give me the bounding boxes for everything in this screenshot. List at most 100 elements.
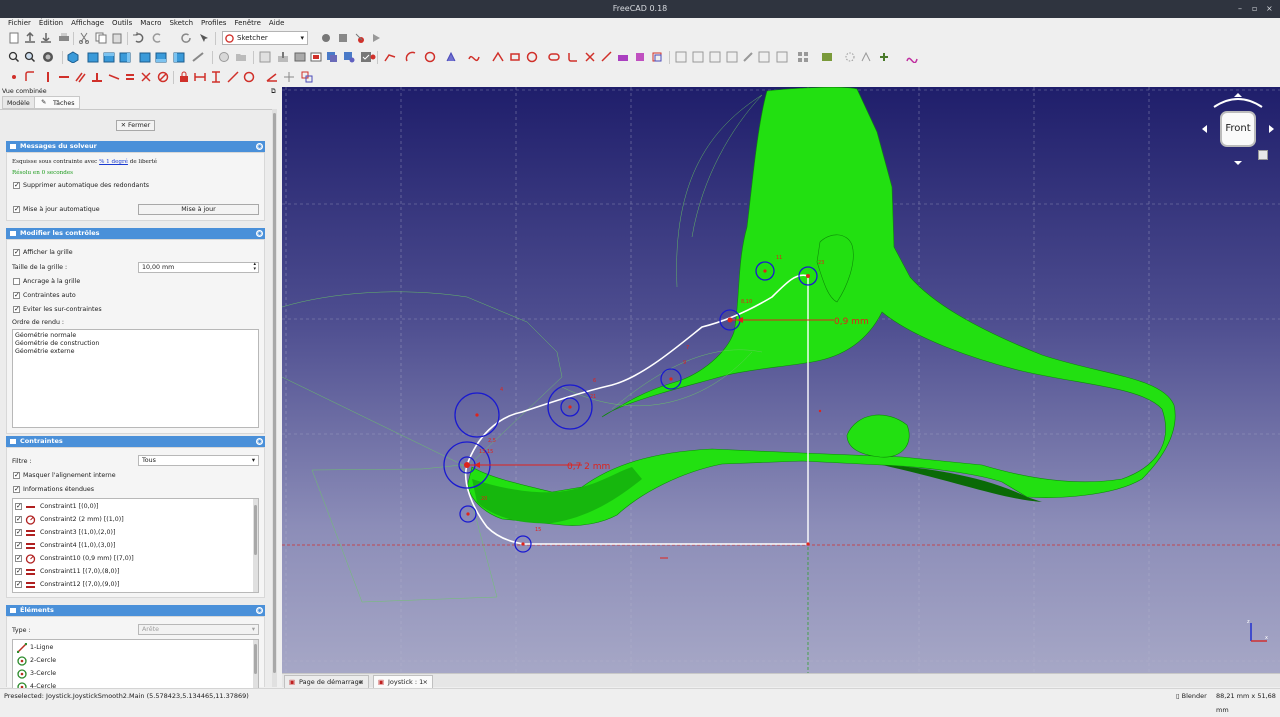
menu-profiles[interactable]: Profiles bbox=[197, 18, 230, 29]
select-constraints-icon[interactable] bbox=[675, 51, 687, 63]
conic-tool-icon[interactable] bbox=[445, 51, 457, 63]
list-item[interactable]: Géométrie normale bbox=[15, 332, 76, 339]
tab-start-page[interactable]: ▣ Page de démarrage × bbox=[284, 675, 369, 688]
constrain-vertical-icon[interactable] bbox=[42, 71, 54, 83]
avoid-redundant-checkbox[interactable] bbox=[13, 305, 20, 313]
collapse-icon[interactable]: ◉ bbox=[256, 438, 263, 445]
element-row[interactable]: 2-Cercle bbox=[15, 655, 250, 667]
constraint-checkbox[interactable] bbox=[15, 528, 22, 536]
view-rear-icon[interactable] bbox=[139, 51, 151, 63]
map-sketch-icon[interactable] bbox=[326, 51, 338, 63]
bspline-tool-icon[interactable] bbox=[468, 51, 480, 63]
group-folder-icon[interactable] bbox=[235, 51, 247, 63]
collapse-icon[interactable]: ◉ bbox=[256, 143, 263, 150]
3d-viewport[interactable]: 11 23 8,10 9 6 4 2,5 13,15 20 15 7 21 0,… bbox=[282, 87, 1280, 673]
bspline-knot-icon[interactable] bbox=[878, 51, 890, 63]
close-tab-icon[interactable]: × bbox=[359, 676, 364, 688]
constraint-row[interactable]: Constraint1 [(0,0)] bbox=[15, 501, 250, 513]
view-top-icon[interactable] bbox=[103, 51, 115, 63]
constrain-lock-icon[interactable] bbox=[178, 71, 190, 83]
elements-header[interactable]: Éléments ◉ bbox=[6, 605, 265, 616]
cut-icon[interactable] bbox=[78, 32, 90, 44]
measure-distance-icon[interactable] bbox=[192, 51, 204, 63]
macro-stop-icon[interactable] bbox=[337, 32, 349, 44]
constraint-row[interactable]: Constraint11 [(7,0),(8,0)] bbox=[15, 566, 250, 578]
navigation-style[interactable]: ▯ Blender bbox=[1176, 689, 1207, 703]
maximize-button[interactable]: ▫ bbox=[1252, 0, 1257, 18]
constrain-parallel-icon[interactable] bbox=[74, 71, 86, 83]
select-origin-icon[interactable] bbox=[692, 51, 704, 63]
draw-style-icon[interactable] bbox=[42, 51, 54, 63]
tab-taches[interactable]: ✎ Tâches bbox=[34, 96, 80, 109]
rectangle-tool-icon[interactable] bbox=[509, 51, 521, 63]
polyline-multi-icon[interactable] bbox=[492, 51, 504, 63]
view-right-icon[interactable] bbox=[119, 51, 131, 63]
constraint-checkbox[interactable] bbox=[15, 502, 22, 510]
fit-all-icon[interactable] bbox=[8, 51, 20, 63]
constraint-checkbox[interactable] bbox=[15, 554, 22, 562]
reorient-sketch-icon[interactable] bbox=[343, 51, 355, 63]
copy-icon[interactable] bbox=[95, 32, 107, 44]
view-sketch-icon[interactable] bbox=[294, 51, 306, 63]
minimize-button[interactable]: – bbox=[1238, 0, 1242, 18]
select-h-axis-icon[interactable] bbox=[726, 51, 738, 63]
close-window-button[interactable]: × bbox=[1266, 0, 1273, 18]
constraints-header[interactable]: Contraintes ◉ bbox=[6, 436, 265, 447]
auto-constraints-checkbox[interactable] bbox=[13, 291, 20, 299]
select-v-axis-icon[interactable] bbox=[709, 51, 721, 63]
constraint-checkbox[interactable] bbox=[15, 567, 22, 575]
extended-info-checkbox[interactable] bbox=[13, 485, 20, 493]
constrain-block-icon[interactable] bbox=[157, 71, 169, 83]
constraint-row[interactable]: Constraint10 (0,9 mm) [(7,0)] bbox=[15, 553, 250, 565]
circle-tool-icon[interactable] bbox=[424, 51, 436, 63]
list-item[interactable]: Géométrie de construction bbox=[15, 340, 99, 347]
new-sketch-icon[interactable] bbox=[259, 51, 271, 63]
panel-undock-icon[interactable]: ⧉ bbox=[271, 88, 276, 96]
menu-macro[interactable]: Macro bbox=[136, 18, 165, 29]
undo-icon[interactable] bbox=[132, 32, 144, 44]
bspline-comb-icon[interactable] bbox=[860, 51, 872, 63]
fit-selection-icon[interactable] bbox=[24, 51, 36, 63]
navcube-front-face[interactable]: Front bbox=[1220, 111, 1256, 147]
grid-snap-checkbox[interactable] bbox=[13, 278, 20, 285]
hide-internal-checkbox[interactable] bbox=[13, 471, 20, 479]
spinner-icon[interactable]: ▴ ▾ bbox=[253, 262, 256, 272]
constraint-row[interactable]: Constraint3 [(1,0),(2,0)] bbox=[15, 527, 250, 539]
constraint-checkbox[interactable] bbox=[15, 580, 22, 588]
list-scrollbar[interactable] bbox=[253, 640, 258, 688]
select-conflicting-icon[interactable] bbox=[758, 51, 770, 63]
constrain-tangent-icon[interactable] bbox=[108, 71, 120, 83]
menu-fenetre[interactable]: Fenêtre bbox=[230, 18, 264, 29]
element-row[interactable]: 3-Cercle bbox=[15, 668, 250, 680]
menu-outils[interactable]: Outils bbox=[108, 18, 136, 29]
paste-icon[interactable] bbox=[111, 32, 123, 44]
close-task-button[interactable]: ✕ Fermer bbox=[116, 120, 155, 131]
type-select[interactable]: Arête ▾ bbox=[138, 624, 259, 635]
bspline-degree-icon[interactable] bbox=[821, 51, 833, 63]
rectangular-array-icon[interactable] bbox=[797, 51, 809, 63]
elements-list[interactable]: 1-Ligne 2-Cercle 3-Cercle 4-Cercle bbox=[12, 639, 259, 690]
open-file-icon[interactable] bbox=[24, 32, 36, 44]
constrain-angle-icon[interactable] bbox=[266, 71, 278, 83]
toggle-driving-icon[interactable] bbox=[301, 71, 313, 83]
constraint-checkbox[interactable] bbox=[15, 515, 22, 523]
refresh-icon[interactable] bbox=[180, 32, 192, 44]
auto-update-checkbox[interactable] bbox=[13, 205, 20, 213]
constrain-radius-icon[interactable] bbox=[243, 71, 255, 83]
menu-sketch[interactable]: Sketch bbox=[165, 18, 197, 29]
macro-record-icon[interactable] bbox=[320, 32, 332, 44]
sketch-canvas[interactable]: 11 23 8,10 9 6 4 2,5 13,15 20 15 7 21 0,… bbox=[282, 87, 1280, 673]
constrain-equal-icon[interactable] bbox=[124, 71, 136, 83]
remove-redundant-checkbox[interactable] bbox=[13, 181, 20, 189]
menu-fichier[interactable]: Fichier bbox=[4, 18, 35, 29]
print-icon[interactable] bbox=[58, 32, 70, 44]
element-row[interactable]: 1-Ligne bbox=[15, 642, 250, 654]
constraint-row[interactable]: Constraint2 (2 mm) [(1,0)] bbox=[15, 514, 250, 526]
show-grid-checkbox[interactable] bbox=[13, 248, 20, 256]
polygon-tool-icon[interactable] bbox=[526, 51, 538, 63]
constrain-horizontal-distance-icon[interactable] bbox=[194, 71, 206, 83]
select-elements-icon[interactable] bbox=[776, 51, 788, 63]
constraints-list[interactable]: Constraint1 [(0,0)] Constraint2 (2 mm) [… bbox=[12, 498, 259, 593]
trim-tool-icon[interactable] bbox=[584, 51, 596, 63]
constrain-distance-icon[interactable] bbox=[227, 71, 239, 83]
